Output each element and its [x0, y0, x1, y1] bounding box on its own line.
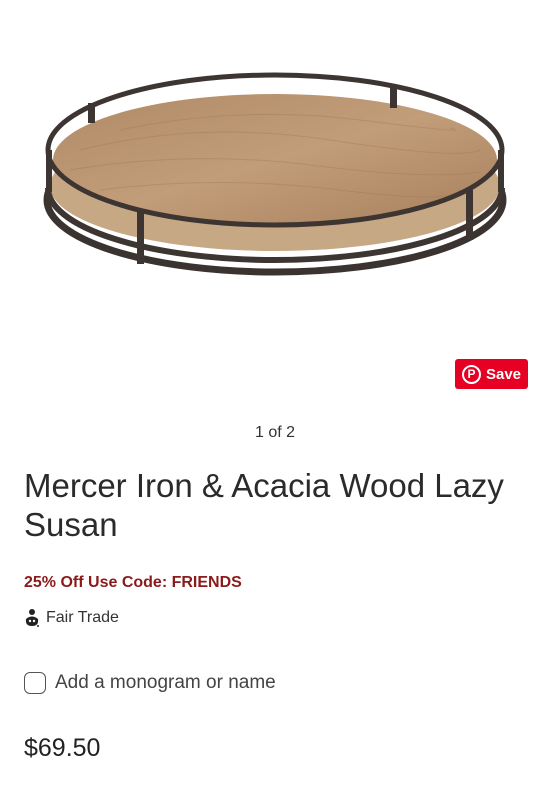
product-image[interactable] [0, 0, 550, 340]
fair-trade-icon [25, 609, 39, 627]
lazy-susan-image [43, 72, 507, 276]
fair-trade-badge: Fair Trade [24, 608, 119, 628]
image-pager: 1 of 2 [254, 424, 296, 441]
save-label: Save [485, 365, 522, 383]
pinterest-icon: P [461, 364, 481, 384]
monogram-label: Add a monogram or name [55, 672, 276, 693]
fair-trade-label: Fair Trade [46, 609, 119, 626]
product-price: $69.50 [24, 734, 101, 762]
promo-code: 25% Off Use Code: FRIENDS [24, 574, 242, 591]
product-title: Mercer Iron & Acacia Wood Lazy Susan [24, 467, 504, 543]
monogram-option[interactable]: Add a monogram or name [24, 672, 276, 694]
monogram-checkbox[interactable] [24, 672, 46, 694]
pinterest-save-button[interactable]: P Save [455, 359, 528, 389]
